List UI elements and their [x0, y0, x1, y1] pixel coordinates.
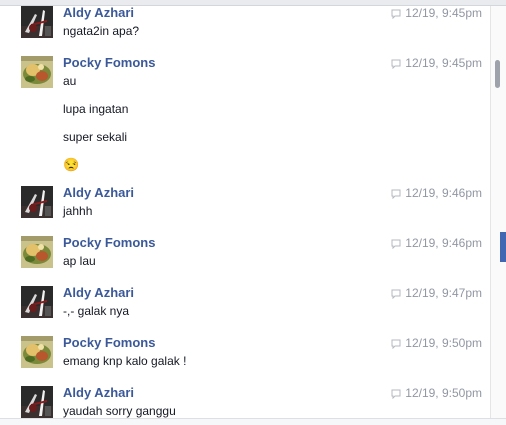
timestamp: 12/19, 9:50pm	[391, 336, 482, 350]
chat-bubble-icon	[391, 58, 401, 70]
timestamp-text: 12/19, 9:50pm	[405, 336, 482, 350]
timestamp: 12/19, 9:50pm	[391, 386, 482, 400]
chat-bubble-icon	[391, 8, 401, 20]
chat-bubble-icon	[391, 388, 401, 400]
message-lines: emang knp kalo galak !	[63, 354, 186, 382]
message-group: Pocky Fomons 12/19, 9:50pm emang knp kal…	[21, 335, 490, 386]
aldy-avatar[interactable]	[21, 286, 53, 318]
message-lines: ngata2in apa?	[63, 24, 139, 52]
scrollbar[interactable]	[490, 6, 506, 424]
timestamp: 12/19, 9:45pm	[391, 6, 482, 20]
message-lines: ap lau	[63, 254, 96, 282]
message-group: Pocky Fomons 12/19, 9:45pm au lupa ingat…	[21, 55, 490, 186]
message-group: Aldy Azhari 12/19, 9:45pm ngata2in apa?	[21, 6, 490, 56]
timestamp-text: 12/19, 9:45pm	[405, 6, 482, 20]
message-text: super sekali	[63, 130, 128, 144]
timestamp-text: 12/19, 9:46pm	[405, 236, 482, 250]
timestamp-text: 12/19, 9:50pm	[405, 386, 482, 400]
sender-name[interactable]: Aldy Azhari	[63, 185, 134, 200]
sender-name[interactable]: Aldy Azhari	[63, 285, 134, 300]
timestamp: 12/19, 9:47pm	[391, 286, 482, 300]
message-text: ap lau	[63, 254, 96, 268]
timestamp: 12/19, 9:46pm	[391, 236, 482, 250]
timestamp-text: 12/19, 9:45pm	[405, 56, 482, 70]
sender-name[interactable]: Aldy Azhari	[63, 6, 134, 20]
sender-name[interactable]: Pocky Fomons	[63, 335, 155, 350]
aldy-avatar[interactable]	[21, 6, 53, 38]
message-text: -,- galak nya	[63, 304, 130, 318]
side-tab-accent[interactable]	[500, 232, 506, 262]
scrollbar-thumb[interactable]	[495, 60, 500, 88]
timestamp: 12/19, 9:45pm	[391, 56, 482, 70]
unamused-emoji: 😒	[63, 157, 80, 172]
message-group: Aldy Azhari 12/19, 9:46pm jahhh	[21, 185, 490, 236]
aldy-avatar[interactable]	[21, 186, 53, 218]
chat-bubble-icon	[391, 338, 401, 350]
sender-name[interactable]: Aldy Azhari	[63, 385, 134, 400]
chat-bubble-icon	[391, 238, 401, 250]
message-text: emang knp kalo galak !	[63, 354, 187, 368]
pocky-avatar[interactable]	[21, 56, 53, 88]
message-lines: -,- galak nya	[63, 304, 129, 332]
chat-bubble-icon	[391, 288, 401, 300]
message-text: lupa ingatan	[63, 102, 129, 116]
aldy-avatar[interactable]	[21, 386, 53, 418]
message-text: au	[63, 74, 77, 88]
message-group: Aldy Azhari 12/19, 9:47pm -,- galak nya	[21, 285, 490, 336]
message-text: yaudah sorry ganggu	[63, 404, 176, 418]
sender-name[interactable]: Pocky Fomons	[63, 55, 155, 70]
message-text: ngata2in apa?	[63, 24, 140, 38]
timestamp-text: 12/19, 9:46pm	[405, 186, 482, 200]
message-lines: au lupa ingatan super sekali 😒	[63, 74, 128, 186]
message-lines: jahhh	[63, 204, 92, 232]
chat-bubble-icon	[391, 188, 401, 200]
message-thread[interactable]: Aldy Azhari 12/19, 9:45pm ngata2in apa? …	[0, 6, 490, 424]
message-group: Pocky Fomons 12/19, 9:46pm ap lau	[21, 235, 490, 286]
message-text: jahhh	[63, 204, 93, 218]
pocky-avatar[interactable]	[21, 236, 53, 268]
timestamp: 12/19, 9:46pm	[391, 186, 482, 200]
sender-name[interactable]: Pocky Fomons	[63, 235, 155, 250]
pocky-avatar[interactable]	[21, 336, 53, 368]
timestamp-text: 12/19, 9:47pm	[405, 286, 482, 300]
